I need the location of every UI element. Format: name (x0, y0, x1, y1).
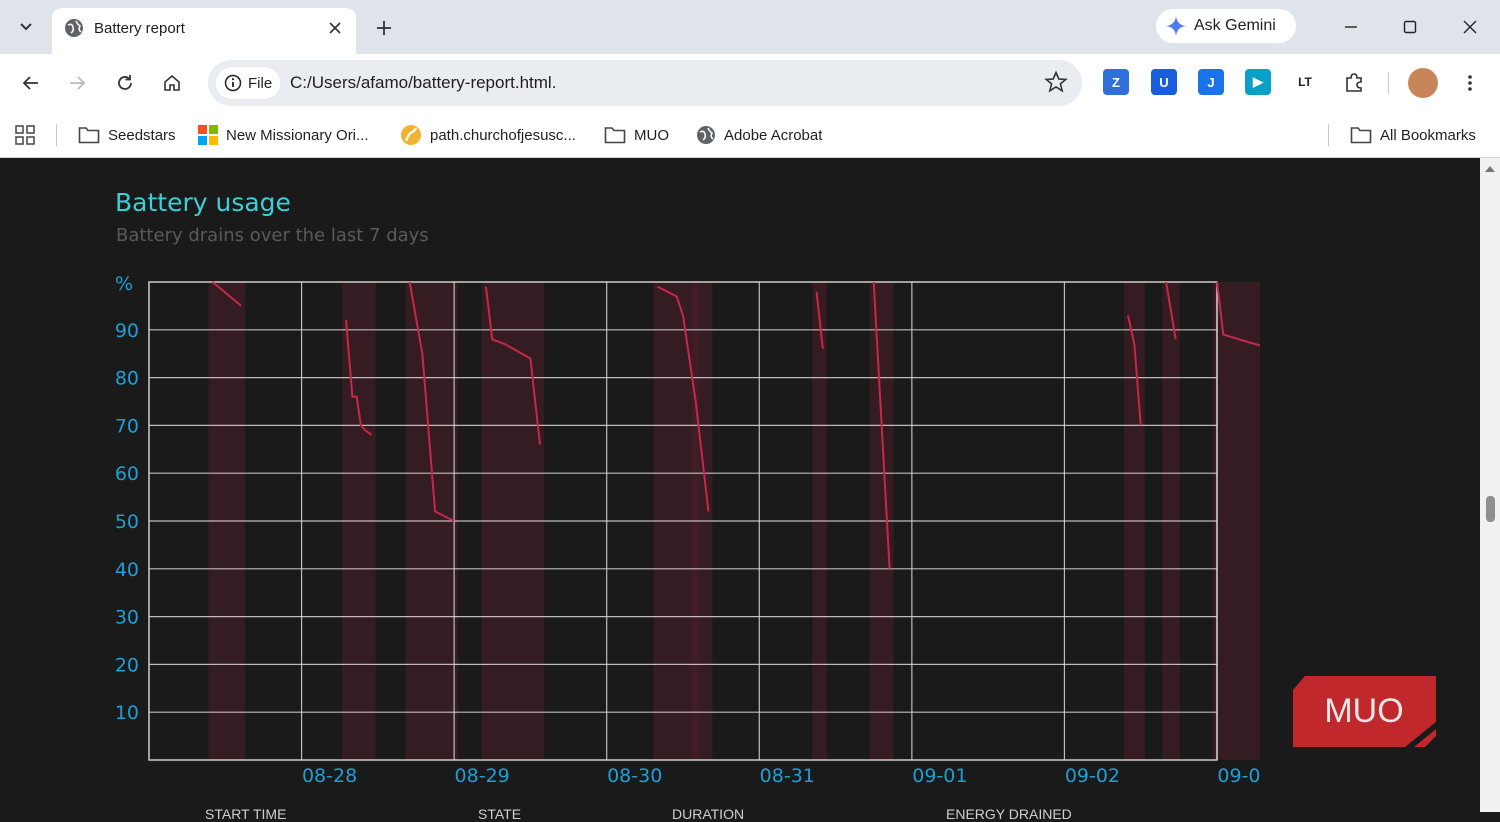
site-info-chip[interactable]: File (216, 67, 280, 99)
menu-button[interactable] (1455, 68, 1485, 98)
y-tick-label: 30 (115, 607, 139, 629)
y-tick-label: 10 (115, 702, 139, 724)
tab-search-button[interactable] (10, 12, 42, 42)
bookmark-path-church[interactable]: path.churchofjesusc... (400, 121, 576, 149)
languagetool-icon[interactable]: LT (1292, 69, 1318, 95)
zotero-icon[interactable]: Z (1103, 69, 1129, 95)
column-header: START TIME (205, 806, 287, 822)
active-tab[interactable]: Battery report (52, 8, 356, 54)
microsoft-icon (198, 125, 218, 145)
info-icon (224, 74, 242, 92)
y-tick-label: 40 (115, 559, 139, 581)
globe-icon (697, 126, 715, 144)
browser-toolbar: File C:/Users/afamo/battery-report.html.… (0, 54, 1500, 112)
joplin-icon[interactable]: J (1198, 69, 1224, 95)
y-tick-label: 80 (115, 368, 139, 390)
muo-watermark-text: MUO (1324, 692, 1403, 730)
bookmark-label: path.churchofjesusc... (430, 126, 576, 144)
profile-avatar[interactable] (1408, 68, 1438, 98)
chevron-down-icon (20, 23, 32, 31)
all-bookmarks-label: All Bookmarks (1380, 126, 1476, 144)
bookmarks-bar: Seedstars New Missionary Ori... path.chu… (0, 112, 1500, 158)
folder-icon (1350, 127, 1372, 144)
home-button[interactable] (157, 68, 187, 98)
bitwarden-icon[interactable]: U (1151, 69, 1177, 95)
tab-strip: Battery report Ask Gemini (0, 0, 1500, 54)
bookmarks-separator (56, 124, 57, 146)
gemini-sparkle-icon (1166, 16, 1186, 36)
forward-button[interactable] (62, 68, 92, 98)
url-text[interactable]: C:/Users/afamo/battery-report.html. (290, 73, 556, 93)
minimize-icon (1345, 26, 1357, 28)
bookmark-muo[interactable]: MUO (604, 121, 669, 149)
bookmark-label: Seedstars (108, 126, 176, 144)
muo-watermark-logo: MUO (1293, 676, 1436, 747)
plus-icon (377, 21, 391, 35)
home-icon (164, 74, 180, 91)
maximize-icon (1403, 20, 1417, 34)
path-logo-icon (401, 125, 421, 145)
bookmark-label: MUO (634, 126, 669, 144)
y-tick-label: 90 (115, 320, 139, 342)
globe-icon (64, 18, 84, 43)
reload-icon (118, 75, 132, 90)
column-header: DURATION (672, 806, 745, 822)
column-header: ENERGY DRAINED (946, 806, 1072, 822)
arrow-right-icon (70, 76, 86, 90)
close-icon (1463, 20, 1477, 34)
y-tick-label: 60 (115, 463, 139, 485)
close-window-button[interactable] (1455, 12, 1485, 42)
more-vert-icon (1468, 75, 1472, 91)
tab-title: Battery report (94, 20, 185, 37)
arrow-left-icon (22, 76, 38, 90)
y-tick-label: 70 (115, 415, 139, 437)
bookmark-new-missionary[interactable]: New Missionary Ori... (198, 121, 369, 149)
bookmark-label: Adobe Acrobat (724, 126, 823, 144)
x-tick-label: 09-03 (1217, 765, 1260, 787)
maximize-button[interactable] (1395, 12, 1425, 42)
x-tick-label: 08-29 (455, 765, 510, 787)
close-tab-icon[interactable] (324, 17, 346, 39)
scroll-thumb[interactable] (1486, 496, 1495, 522)
snagit-icon[interactable]: ▶ (1245, 69, 1271, 95)
minimize-button[interactable] (1336, 12, 1366, 42)
bookmark-label: New Missionary Ori... (226, 126, 369, 144)
scroll-up-icon[interactable] (1480, 162, 1500, 176)
apps-icon[interactable] (14, 121, 36, 149)
ask-gemini-button[interactable]: Ask Gemini (1156, 9, 1296, 43)
bookmark-star-icon[interactable] (1044, 70, 1068, 99)
page-scrollbar[interactable] (1480, 158, 1500, 812)
back-button[interactable] (16, 68, 46, 98)
all-bookmarks[interactable]: All Bookmarks (1350, 121, 1476, 149)
y-axis-label: % (115, 273, 133, 295)
bookmark-seedstars[interactable]: Seedstars (78, 121, 176, 149)
x-tick-label: 08-31 (760, 765, 815, 787)
folder-icon (604, 127, 626, 144)
bookmark-adobe-acrobat[interactable]: Adobe Acrobat (696, 121, 822, 149)
x-tick-label: 09-02 (1065, 765, 1120, 787)
site-info-label: File (248, 74, 273, 92)
puzzle-icon[interactable] (1341, 69, 1367, 95)
report-page: Battery usage Battery drains over the la… (0, 158, 1480, 812)
folder-icon (78, 127, 100, 144)
x-tick-label: 09-01 (912, 765, 967, 787)
battery-usage-chart: 10 20 30 40 50 60 70 80 90% 08-28 08-29 08-30 08-31 0… (115, 273, 1260, 787)
bookmarks-separator (1328, 124, 1329, 146)
x-tick-label: 08-28 (302, 765, 357, 787)
discharge-band (1213, 282, 1260, 760)
x-tick-label: 08-30 (607, 765, 662, 787)
toolbar-separator (1388, 72, 1389, 94)
y-tick-label: 20 (115, 654, 139, 676)
new-tab-button[interactable] (370, 14, 398, 42)
ask-gemini-label: Ask Gemini (1194, 17, 1276, 34)
reload-button[interactable] (110, 68, 140, 98)
address-bar[interactable]: File C:/Users/afamo/battery-report.html. (208, 60, 1082, 106)
y-tick-label: 50 (115, 511, 139, 533)
column-header: STATE (478, 806, 522, 822)
